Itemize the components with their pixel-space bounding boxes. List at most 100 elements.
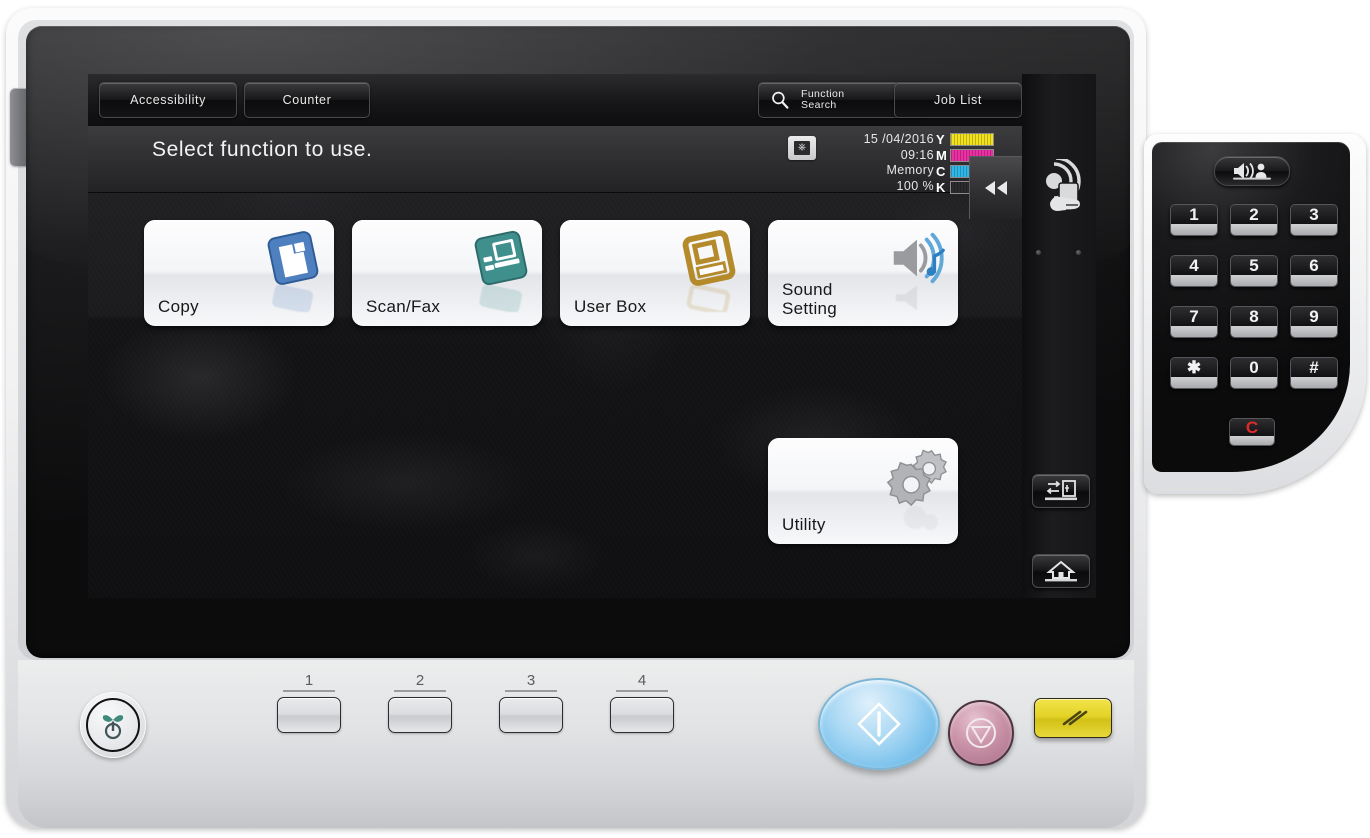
keypad-key-8[interactable]: 8 [1230, 306, 1278, 338]
job-list-label: Job List [934, 93, 982, 107]
user-box-icon [682, 230, 736, 286]
tile-sound-setting[interactable]: Sound Setting [768, 220, 958, 326]
register-key-button-2[interactable] [388, 697, 452, 733]
toner-letter: C [936, 163, 946, 179]
status-date: 15 /04/2016 [863, 132, 934, 146]
keypad-key-base [1291, 224, 1337, 235]
tile-sound-setting-label: Sound Setting [782, 280, 837, 318]
register-key-number: 3 [526, 672, 536, 689]
start-diamond-icon [857, 702, 901, 746]
keypad-key-label: 3 [1291, 205, 1337, 225]
keypad-key-label: 9 [1291, 307, 1337, 327]
user-box-icon-reflection [686, 283, 731, 312]
reset-button[interactable] [1034, 698, 1112, 738]
register-key-number: 4 [637, 672, 647, 689]
function-search-label-line2: Search [801, 99, 837, 111]
lcd-touchscreen[interactable]: Accessibility Counter Function Search Jo… [88, 74, 1022, 598]
keypad-clear-button[interactable]: C [1229, 418, 1275, 446]
usb-memory-glyph: ⎈ [794, 141, 810, 155]
printer-control-panel-screenshot: Accessibility Counter Function Search Jo… [0, 0, 1370, 838]
toner-row: Y [936, 132, 1000, 147]
register-key-button-1[interactable] [277, 697, 341, 733]
copy-icon [267, 231, 319, 285]
register-key-slot: 2 [388, 672, 452, 733]
tile-scan-fax-label: Scan/Fax [366, 297, 441, 316]
keypad-key-base [1231, 275, 1277, 286]
register-key-button-3[interactable] [499, 697, 563, 733]
keypad-key-label: # [1291, 358, 1337, 378]
keypad-key-label: 7 [1171, 307, 1217, 327]
keypad-key-0[interactable]: 0 [1230, 357, 1278, 389]
job-list-button[interactable]: Job List [894, 82, 1022, 118]
keypad-key-2[interactable]: 2 [1230, 204, 1278, 236]
keypad-key-6[interactable]: 6 [1290, 255, 1338, 287]
keypad-key-3[interactable]: 3 [1290, 204, 1338, 236]
volume-accessibility-icon [1233, 162, 1271, 180]
stop-button[interactable] [948, 700, 1014, 766]
keypad-wing: 1 2 3 4 5 6 7 8 9 ✱ 0 # C [1144, 134, 1366, 494]
keypad-key-label: 5 [1231, 256, 1277, 276]
keypad-key-label: ✱ [1171, 358, 1217, 378]
keypad-key-5[interactable]: 5 [1230, 255, 1278, 287]
counter-button[interactable]: Counter [244, 82, 370, 118]
keypad-key-base [1291, 275, 1337, 286]
search-icon [772, 91, 789, 109]
power-eco-button[interactable] [80, 692, 146, 758]
keypad-key-hash[interactable]: # [1290, 357, 1338, 389]
register-key-number: 2 [415, 672, 425, 689]
gear-icon-reflection [903, 506, 939, 530]
keypad-face: 1 2 3 4 5 6 7 8 9 ✱ 0 # C [1152, 142, 1350, 472]
sound-icon [893, 232, 945, 284]
power-eco-ring [86, 698, 140, 752]
tile-scan-fax[interactable]: Scan/Fax [352, 220, 542, 326]
panel-screw [1076, 250, 1081, 255]
function-tile-grid: Copy Scan/Fax User Box Sound Setting Uti… [88, 192, 1022, 598]
keypad-key-7[interactable]: 7 [1170, 306, 1218, 338]
tile-copy-label: Copy [158, 297, 199, 316]
gear-icon [886, 449, 947, 507]
tile-utility[interactable]: Utility [768, 438, 958, 544]
tile-user-box[interactable]: User Box [560, 220, 750, 326]
stop-triangle-icon [966, 718, 996, 748]
access-login-button[interactable] [1032, 474, 1090, 508]
tile-copy[interactable]: Copy [144, 220, 334, 326]
nfc-touch-icon [1046, 159, 1081, 215]
keypad-key-4[interactable]: 4 [1170, 255, 1218, 287]
start-button[interactable] [818, 678, 940, 770]
keypad-clear-label: C [1230, 419, 1274, 436]
register-key-slot: 4 [610, 672, 674, 733]
memory-label: Memory [886, 163, 934, 177]
keypad-key-base [1171, 377, 1217, 388]
register-key-slot: 1 [277, 672, 341, 733]
register-key-underline [283, 690, 335, 692]
tile-sound-setting-label-line2: Setting [782, 299, 838, 318]
keypad-key-base [1231, 326, 1277, 337]
status-message: Select function to use. [152, 138, 373, 161]
accessibility-label: Accessibility [130, 93, 206, 107]
home-icon [1045, 560, 1077, 582]
keypad-key-base [1171, 326, 1217, 337]
register-key-button-4[interactable] [610, 697, 674, 733]
counter-label: Counter [282, 93, 332, 107]
keypad-key-base [1231, 224, 1277, 235]
device-shell: Accessibility Counter Function Search Jo… [6, 8, 1146, 828]
keypad-key-base [1231, 377, 1277, 388]
register-key-underline [505, 690, 557, 692]
keypad-key-star[interactable]: ✱ [1170, 357, 1218, 389]
status-readout: 15 /04/2016 09:16 Memory 100 % [812, 132, 934, 194]
register-key-number: 1 [304, 672, 314, 689]
toner-letter: M [936, 147, 947, 163]
keypad-key-9[interactable]: 9 [1290, 306, 1338, 338]
tile-user-box-label: User Box [574, 297, 647, 316]
register-key-slot: 3 [499, 672, 563, 733]
screen-toolbar: Accessibility Counter Function Search Jo… [88, 74, 1022, 126]
keypad-key-label: 6 [1291, 256, 1337, 276]
register-key-underline [394, 690, 446, 692]
keypad-key-base [1291, 377, 1337, 388]
keypad-key-1[interactable]: 1 [1170, 204, 1218, 236]
volume-accessibility-button[interactable] [1214, 156, 1290, 186]
home-button[interactable] [1032, 554, 1090, 588]
accessibility-button[interactable]: Accessibility [99, 82, 237, 118]
toner-bar [950, 133, 994, 146]
panel-screw [1036, 250, 1041, 255]
